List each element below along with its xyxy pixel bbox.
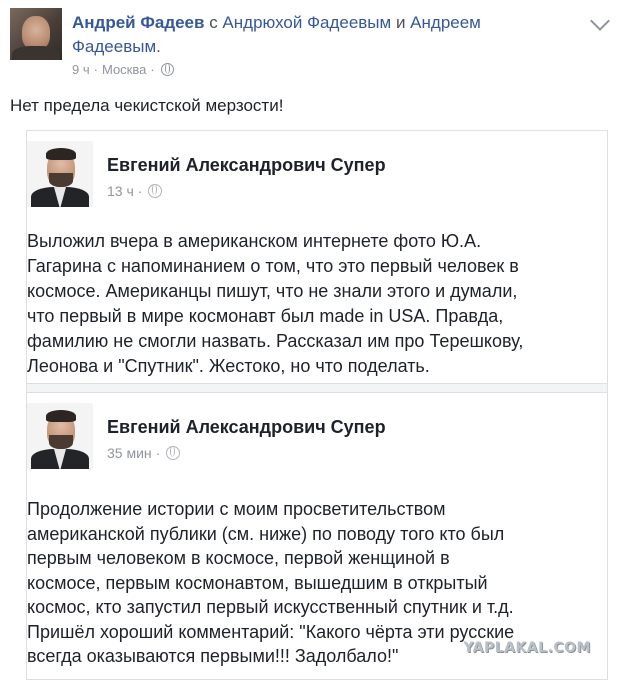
post-meta: 9 ч · Москва · [72, 62, 174, 77]
shared-author-name-link[interactable]: Евгений Александрович Супер [107, 417, 386, 438]
post-location-link[interactable]: Москва [102, 62, 146, 77]
shared-posts-container: Евгений Александрович Супер 13 ч · Вылож… [26, 130, 608, 680]
post-header: Андрей Фадеев с Андрюхой Фадеевым и Андр… [10, 8, 617, 88]
avatar-hair [46, 410, 76, 422]
site-watermark: YAPLAKAL.COM [463, 640, 591, 656]
post-time-link[interactable]: 9 ч [72, 62, 90, 77]
avatar-face [22, 16, 50, 50]
shared-post-meta: 13 ч · [107, 183, 163, 199]
meta-separator: · [93, 62, 98, 77]
shared-post-time-link[interactable]: 13 ч [107, 183, 134, 199]
globe-icon[interactable] [160, 63, 174, 76]
shared-post-text: Выложил вчера в американском интернете ф… [27, 231, 524, 376]
avatar-shoulders [12, 46, 60, 60]
shared-post-meta: 35 мин · [107, 445, 181, 461]
shared-post: Евгений Александрович Супер 13 ч · Вылож… [27, 131, 607, 383]
author-name-link[interactable]: Андрей Фадеев [72, 13, 204, 32]
tagged-user-1-link[interactable]: Андрюхой Фадеевым [222, 13, 391, 32]
meta-separator: · [155, 445, 161, 461]
chevron-down-icon[interactable] [590, 11, 610, 31]
shared-author-avatar[interactable] [27, 141, 93, 207]
post-header-line: Андрей Фадеев с Андрюхой Фадеевым и Андр… [72, 11, 552, 59]
shared-author-avatar[interactable] [27, 403, 93, 469]
avatar-beard [49, 435, 73, 449]
meta-separator-2: · [150, 62, 155, 77]
globe-icon[interactable] [166, 446, 181, 460]
meta-separator: · [137, 183, 143, 199]
and-word: и [391, 13, 411, 32]
globe-icon[interactable] [148, 184, 163, 198]
header-period: . [156, 37, 161, 56]
shared-posts-divider [27, 383, 607, 393]
avatar-hair [46, 148, 76, 160]
shared-author-name-link[interactable]: Евгений Александрович Супер [107, 155, 386, 176]
shared-post-time-link[interactable]: 35 мин [107, 445, 152, 461]
shared-post: Евгений Александрович Супер 35 мин · Про… [27, 393, 607, 678]
with-word: с [204, 13, 223, 32]
avatar-beard [49, 173, 73, 187]
post-text: Нет предела чекистской мерзости! [10, 96, 284, 115]
author-avatar[interactable] [10, 8, 62, 60]
